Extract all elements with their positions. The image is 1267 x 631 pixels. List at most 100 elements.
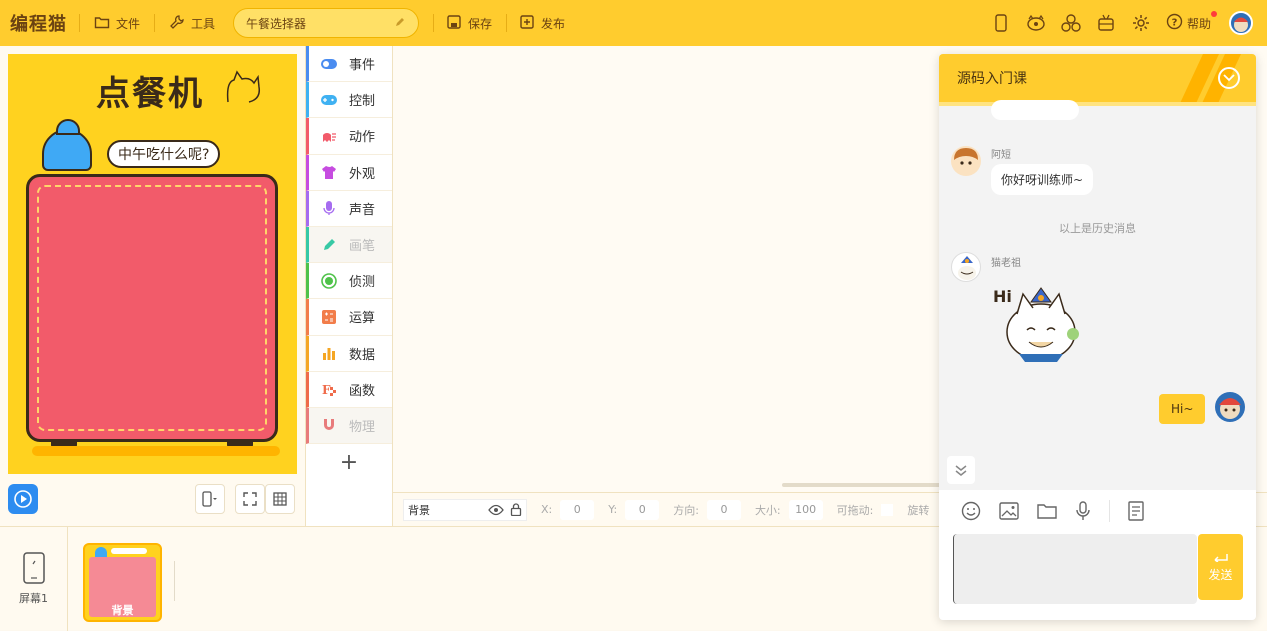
- size-input[interactable]: 100: [788, 499, 823, 520]
- help-label: 帮助: [1186, 16, 1211, 31]
- category-pen[interactable]: 画笔: [306, 226, 392, 264]
- emoji-icon[interactable]: [961, 501, 981, 521]
- workspace-horizontal-scrollbar[interactable]: [782, 483, 942, 487]
- phone-dropdown-icon: [202, 491, 217, 507]
- x-label: X:: [541, 503, 553, 516]
- thumb-speech: [111, 548, 147, 554]
- background-thumbnail[interactable]: 背景: [83, 543, 162, 622]
- direction-input[interactable]: 0: [706, 499, 741, 520]
- category-label: 声音: [349, 202, 376, 218]
- send-button[interactable]: 发送: [1198, 534, 1243, 600]
- category-label: 控制: [349, 94, 376, 110]
- category-physics[interactable]: 物理: [306, 407, 392, 445]
- add-extension-button[interactable]: +: [306, 444, 392, 480]
- app-logo[interactable]: 编程猫: [10, 10, 67, 36]
- category-label: 事件: [349, 58, 376, 74]
- category-motion[interactable]: 动作: [306, 118, 392, 155]
- publish-button[interactable]: 发布: [519, 14, 565, 33]
- top-toolbar: 编程猫 文件 工具 午餐选择器 保存 发布 ? 帮助: [0, 0, 1267, 46]
- stage-cat-sketch: [226, 70, 261, 103]
- fullscreen-button[interactable]: [235, 484, 265, 514]
- category-label: 画笔: [349, 239, 376, 255]
- help-button[interactable]: ? 帮助: [1166, 11, 1217, 33]
- chat-messages[interactable]: 阿短 你好呀训练师~ 以上是历史消息 猫老祖 Hi Hi~: [939, 100, 1256, 490]
- notes-icon[interactable]: [1128, 501, 1144, 521]
- robot-eyes: [56, 119, 80, 135]
- category-sound[interactable]: 声音: [306, 190, 392, 227]
- user-avatar[interactable]: [1229, 11, 1253, 35]
- adu-avatar: [951, 146, 981, 176]
- pencil-icon: [394, 16, 406, 31]
- category-operators[interactable]: 运算: [306, 299, 392, 336]
- category-functions[interactable]: F 函数: [306, 371, 392, 408]
- tools-menu-button[interactable]: 工具: [169, 14, 215, 33]
- message-bubble: 你好呀训练师~: [991, 164, 1094, 195]
- community-icon[interactable]: [1061, 13, 1081, 33]
- toolbar-right: ? 帮助: [991, 0, 1267, 46]
- image-icon[interactable]: [999, 502, 1019, 520]
- cat-master-avatar: [951, 252, 981, 282]
- category-events[interactable]: 事件: [306, 46, 392, 83]
- chat-toolbar: [939, 490, 1256, 532]
- send-label: 发送: [1208, 567, 1233, 582]
- toolbar-separator: [1109, 500, 1110, 522]
- visibility-eye-icon[interactable]: [488, 504, 504, 516]
- category-label: 动作: [349, 130, 376, 146]
- pen-icon: [321, 237, 337, 253]
- robot-character[interactable]: [42, 119, 92, 171]
- category-label: 侦测: [349, 275, 376, 291]
- my-avatar: [1215, 392, 1245, 422]
- draggable-checkbox[interactable]: [881, 503, 894, 516]
- draggable-label: 可拖动:: [836, 503, 874, 517]
- prop-rotation: 旋转: [907, 502, 929, 518]
- scroll-to-bottom-button[interactable]: [947, 456, 975, 484]
- robot-icon[interactable]: [1096, 13, 1116, 33]
- previous-message-bubble: [991, 100, 1079, 120]
- phone-preview-icon[interactable]: [991, 13, 1011, 33]
- file-menu-button[interactable]: 文件: [94, 14, 140, 33]
- stage-machine-sprite[interactable]: [26, 174, 278, 449]
- prop-size: 大小: 100: [755, 499, 823, 520]
- folder-icon[interactable]: [1037, 502, 1057, 520]
- run-button[interactable]: [8, 484, 38, 514]
- prop-direction: 方向: 0: [673, 499, 741, 520]
- direction-label: 方向:: [673, 503, 699, 517]
- svg-text:?: ?: [1172, 18, 1178, 29]
- y-input[interactable]: 0: [625, 499, 660, 520]
- screens-divider: [174, 561, 175, 601]
- phone-screen-icon: [22, 552, 45, 584]
- cat-watch-icon[interactable]: [1026, 13, 1046, 33]
- shirt-icon: [321, 164, 337, 180]
- stage-canvas[interactable]: 点餐机 中午吃什么呢?: [8, 54, 297, 474]
- screen-tab[interactable]: 屏幕1: [0, 527, 68, 631]
- category-label: 函数: [349, 383, 376, 399]
- lock-icon[interactable]: [510, 503, 522, 516]
- grid-toggle-button[interactable]: [265, 484, 295, 514]
- settings-gear-icon[interactable]: [1131, 13, 1151, 33]
- save-label: 保存: [468, 16, 493, 31]
- grid-icon: [273, 492, 287, 506]
- microphone-icon: [321, 200, 337, 216]
- machine-base: [32, 446, 280, 456]
- save-button[interactable]: 保存: [446, 14, 492, 33]
- project-name-field[interactable]: 午餐选择器: [233, 8, 420, 38]
- category-data[interactable]: 数据: [306, 335, 392, 372]
- play-icon: [14, 490, 32, 508]
- x-input[interactable]: 0: [560, 499, 595, 520]
- microphone-icon[interactable]: [1075, 501, 1091, 521]
- notification-dot: [1211, 11, 1217, 17]
- folder-icon: [94, 14, 110, 33]
- category-looks[interactable]: 外观: [306, 154, 392, 191]
- target-icon: [321, 272, 337, 289]
- prop-y: Y: 0: [608, 499, 660, 520]
- sprite-name-field[interactable]: 背景: [403, 498, 527, 521]
- category-sensing[interactable]: 侦测: [306, 263, 392, 300]
- ghost-motion-icon: [321, 128, 337, 144]
- chat-message-input[interactable]: [953, 534, 1197, 604]
- my-message-bubble: Hi~: [1159, 394, 1206, 424]
- category-label: 数据: [349, 347, 376, 363]
- category-control[interactable]: 控制: [306, 82, 392, 119]
- device-select-button[interactable]: [195, 484, 225, 514]
- chat-title: 源码入门课: [957, 71, 1027, 87]
- collapse-chevron-icon[interactable]: [1218, 67, 1240, 89]
